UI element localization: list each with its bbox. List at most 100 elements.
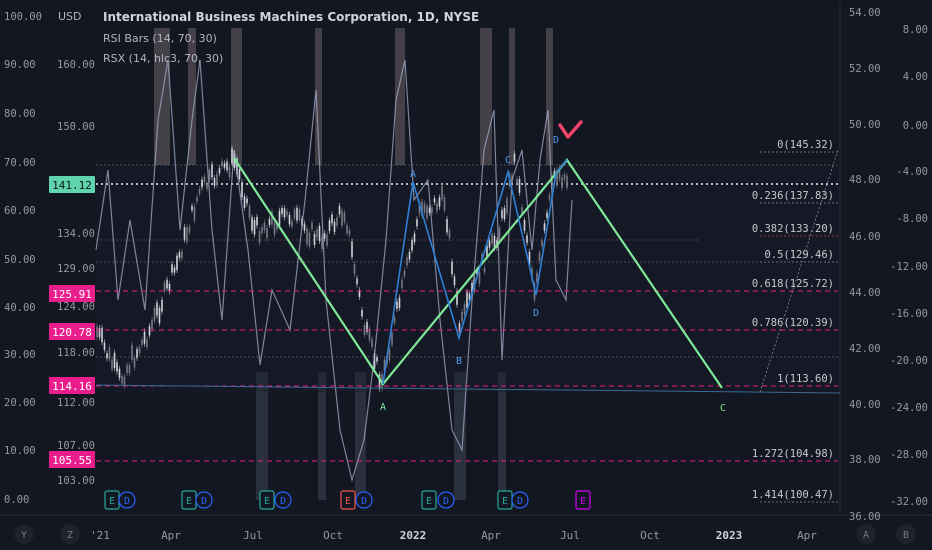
candle-body [166,279,168,289]
candle-body [193,206,196,221]
chart-canvas[interactable]: 0(145.32)0.236(137.83)0.382(133.20)0.5(1… [0,0,932,550]
candle-body [181,251,183,259]
candle-body [256,216,258,226]
corner-nav-button[interactable]: Z [60,524,80,544]
svg-text:125.91: 125.91 [52,288,92,301]
dividend-marker[interactable]: D [511,491,529,509]
candle-body [323,233,326,239]
candle-body [543,223,546,231]
candle-body [338,205,341,215]
candle-body [513,153,516,162]
price-axis-label: 134.00 [57,228,95,240]
candle-body [313,233,316,245]
corner-nav-button[interactable]: B [896,524,916,544]
candle-body [216,173,218,186]
candle-body [226,161,228,171]
candle-body [403,270,406,277]
candle-body [491,233,493,244]
candle-body [561,177,563,188]
candle-body [453,276,456,286]
candle-body [168,283,171,292]
earnings-marker[interactable]: E [497,490,513,510]
rsi-axis-label: 90.00 [4,59,36,71]
candle-body [398,297,401,308]
candle-body [101,327,103,343]
dividend-marker[interactable]: D [118,491,136,509]
earnings-marker[interactable]: E [340,490,356,510]
candle-body [291,221,293,227]
candle-body [506,198,508,214]
right-axis-label: 54.00 [849,7,881,19]
candle-body [103,342,106,350]
svg-text:E: E [264,496,270,507]
candle-body [546,212,548,218]
dividend-marker[interactable]: D [355,491,373,509]
rsi-axis-label: 80.00 [4,108,36,120]
candle-body [433,198,436,203]
svg-text:Z: Z [67,530,73,541]
price-axis-label: 118.00 [57,347,95,359]
candle-body [171,264,173,273]
candle-body [396,301,398,309]
candle-body [138,347,141,354]
rsx-axis-label: -8.00 [896,213,928,225]
candle-body [548,194,551,200]
candle-body [478,272,481,285]
earnings-marker[interactable]: E [104,490,120,510]
earnings-marker[interactable]: E [181,490,197,510]
candle-body [121,376,123,384]
earnings-marker[interactable]: E [421,490,437,510]
candle-body [163,282,166,291]
dividend-marker[interactable]: D [195,491,213,509]
rsi-axis-label: 0.00 [4,494,29,506]
blue-wave-label: C [505,155,511,166]
candle-body [336,217,338,226]
candle-body [158,308,161,324]
candle-body [503,208,506,220]
candle-body [351,241,353,258]
candle-body [283,208,286,218]
time-axis-label: Apr [161,529,181,542]
candle-body [356,278,358,285]
corner-nav-button[interactable]: Y [14,524,34,544]
earnings-marker[interactable]: E [259,490,275,510]
indicator-rsx[interactable]: RSX (14, hlc3, 70, 30) [103,52,223,65]
time-axis-label: '21 [90,529,110,542]
dividend-marker[interactable]: D [437,491,455,509]
candle-body [223,163,226,168]
candle-body [153,308,156,321]
candle-body [466,292,468,308]
candle-body [253,219,256,235]
candle-body [526,235,528,243]
candle-body [353,263,356,275]
candle-body [393,317,396,323]
candle-body [143,331,146,344]
candle-body [446,218,448,233]
candle-body [173,267,176,273]
earnings-marker[interactable]: E [575,490,591,510]
price-axis-label: 124.00 [57,301,95,313]
candle-body [178,252,181,258]
candle-body [518,178,521,193]
right-axis-label: 44.00 [849,287,881,299]
symbol-title[interactable]: International Business Machines Corporat… [103,10,479,24]
candle-body [131,344,133,360]
candle-body [406,257,408,266]
candle-body [191,205,193,211]
candle-body [123,376,126,386]
candle-body [126,365,128,374]
candle-body [523,220,526,231]
candle-body [516,179,518,184]
indicator-rsi-bars[interactable]: RSI Bars (14, 70, 30) [103,32,217,45]
candle-body [346,224,348,234]
right-axis-label: 52.00 [849,63,881,75]
svg-text:A: A [863,530,869,541]
corner-nav-button[interactable]: A [856,524,876,544]
price-axis-label: 150.00 [57,121,95,133]
dividend-marker[interactable]: D [274,491,292,509]
candle-body [376,357,378,362]
price-axis-label: 129.00 [57,263,95,275]
svg-text:D: D [517,496,523,507]
rsi-axis-label: 50.00 [4,254,36,266]
candle-body [488,240,491,248]
